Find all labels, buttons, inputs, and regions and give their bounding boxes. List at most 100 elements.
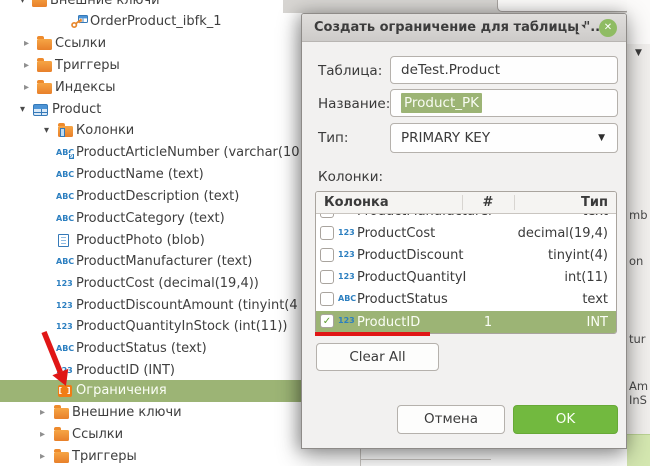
header-number[interactable]: # xyxy=(462,192,514,214)
name-field-label: Название: xyxy=(318,96,390,112)
close-button[interactable]: ✕ xyxy=(599,19,617,37)
chevron-right-icon[interactable]: ▸ xyxy=(40,424,52,445)
chevron-down-icon[interactable]: ▾ xyxy=(44,120,56,141)
database-navigator-tree: ▾ Внешние ключи OrderProduct_ib xyxy=(0,0,301,466)
tree-item-product-table[interactable]: ▾ Product xyxy=(0,99,301,120)
type-field-label: Тип: xyxy=(318,130,348,146)
number-type-icon: 123 xyxy=(338,250,356,259)
dropdown-arrow-icon: ▼ xyxy=(635,48,642,58)
checkbox[interactable] xyxy=(320,248,334,262)
folder-icon xyxy=(37,61,52,72)
tree-item-column[interactable]: ABC9 ProductArticleNumber (varchar(10 xyxy=(0,142,301,163)
clipped-text-fragment: mb xyxy=(629,208,648,222)
abc-key-type-icon: ABC9 xyxy=(56,148,74,157)
chevron-right-icon[interactable]: ▸ xyxy=(40,402,52,423)
tree-item-column[interactable]: 123 ProductDiscountAmount (tinyint(4 xyxy=(0,295,301,316)
table-row-productid-selected[interactable]: ✓ 123 ProductID 1 INT xyxy=(316,311,616,334)
selected-text: Product_PK xyxy=(401,93,482,113)
constraint-name-field[interactable]: Product_PK xyxy=(390,89,618,117)
folder-icon xyxy=(37,83,52,94)
table-row[interactable]: 123 ProductDiscount tinyint(4) xyxy=(316,245,616,267)
tree-item-indexes[interactable]: ▸ Индексы xyxy=(0,77,301,98)
abc-type-icon: ABC xyxy=(56,257,74,266)
checkbox[interactable] xyxy=(320,270,334,284)
background-field-edge xyxy=(497,0,631,12)
dialog-title: Создать ограничение для таблицы "... xyxy=(314,14,605,42)
constraint-type-dropdown[interactable]: PRIMARY KEY ▼ xyxy=(390,123,618,153)
chevron-down-icon[interactable]: ▾ xyxy=(20,0,32,11)
number-type-icon: 123 xyxy=(338,272,356,281)
table-row[interactable]: 123 ProductQuantityI int(11) xyxy=(316,267,616,289)
tree-item-triggers-top[interactable]: ▸ Триггеры xyxy=(0,55,301,76)
clipped-text-fragment: tur xyxy=(629,332,646,346)
annotation-arrow xyxy=(30,324,76,396)
checkbox[interactable] xyxy=(320,226,334,240)
background-field-edge xyxy=(627,0,650,44)
number-type-icon: 123 xyxy=(56,279,74,288)
tree-item-foreign-keys-top[interactable]: ▾ Внешние ключи xyxy=(0,0,301,11)
table-row-clipped[interactable]: ABC ProductManufacturer text xyxy=(316,214,616,223)
number-type-icon: 123 xyxy=(338,316,356,325)
columns-folder-icon xyxy=(58,126,73,137)
clipped-text-fragment: InS xyxy=(629,393,647,407)
screen: ▾ Внешние ключи OrderProduct_ib xyxy=(0,0,650,466)
grid-header: Колонка # Тип xyxy=(316,192,616,214)
tree-item-links[interactable]: ▸ Ссылки xyxy=(0,424,301,445)
chevron-right-icon[interactable]: ▸ xyxy=(40,446,52,466)
checkbox[interactable] xyxy=(320,214,334,218)
checkbox[interactable] xyxy=(320,292,334,306)
tree-item-column[interactable]: ProductPhoto (blob) xyxy=(0,230,301,251)
tree-item-column[interactable]: ABC ProductDescription (text) xyxy=(0,186,301,207)
checkbox-checked[interactable]: ✓ xyxy=(320,314,334,328)
table-row[interactable]: ABC ProductStatus text xyxy=(316,289,616,311)
clipped-text-fragment: on xyxy=(629,254,643,268)
columns-grid: Колонка # Тип ABC ProductManufacturer te… xyxy=(315,191,617,334)
blob-type-icon xyxy=(58,234,69,247)
chevron-right-icon[interactable]: ▸ xyxy=(24,77,36,98)
number-type-icon: 123 xyxy=(338,228,356,237)
folder-icon xyxy=(54,452,69,463)
tree-item-column[interactable]: ABC ProductName (text) xyxy=(0,164,301,185)
tree-item-column[interactable]: 123 ProductCost (decimal(19,4)) xyxy=(0,273,301,294)
abc-type-icon: ABC xyxy=(338,214,356,215)
tree-item-column[interactable]: ABC ProductManufacturer (text) xyxy=(0,251,301,272)
annotation-underline xyxy=(315,332,430,336)
dropdown-arrow-icon: ▼ xyxy=(598,124,605,152)
chevron-right-icon[interactable]: ▸ xyxy=(24,33,36,54)
tree-item-orderproduct-ibfk[interactable]: OrderProduct_ibfk_1 xyxy=(0,11,301,32)
cancel-button[interactable]: Отмена xyxy=(397,405,505,434)
abc-type-icon: ABC xyxy=(338,294,356,303)
folder-icon xyxy=(54,408,69,419)
clear-all-button[interactable]: Clear All xyxy=(316,343,439,371)
abc-type-icon: ABC xyxy=(56,192,74,201)
table-field[interactable]: deTest.Product xyxy=(390,56,618,84)
key-order-number: 1 xyxy=(462,311,514,334)
folder-icon xyxy=(32,0,47,7)
tree-item-columns-folder[interactable]: ▾ Колонки xyxy=(0,120,301,141)
dialog-titlebar[interactable]: Создать ограничение для таблицы "... ✕ xyxy=(302,14,626,42)
tree-item-links-top[interactable]: ▸ Ссылки xyxy=(0,33,301,54)
tree-item-column[interactable]: ABC ProductCategory (text) xyxy=(0,208,301,229)
chevron-right-icon[interactable]: ▸ xyxy=(24,55,36,76)
ok-button[interactable]: OK xyxy=(513,405,618,434)
create-constraint-dialog: Создать ограничение для таблицы "... ✕ Т… xyxy=(301,13,627,449)
background-panel-top xyxy=(283,0,650,13)
table-field-label: Таблица: xyxy=(318,63,382,79)
number-type-icon: 123 xyxy=(56,301,74,310)
clipped-text-fragment: Am xyxy=(629,379,648,393)
abc-type-icon: ABC xyxy=(56,170,74,179)
restore-window-icon[interactable] xyxy=(575,23,586,34)
header-type[interactable]: Тип xyxy=(581,192,608,214)
tree-item-triggers[interactable]: ▸ Триггеры xyxy=(0,446,301,466)
folder-icon xyxy=(37,39,52,50)
dropdown-value: PRIMARY KEY xyxy=(401,130,490,146)
header-column[interactable]: Колонка xyxy=(324,192,389,214)
chevron-down-icon[interactable]: ▾ xyxy=(20,99,32,120)
table-icon xyxy=(33,104,48,116)
abc-type-icon: ABC xyxy=(56,214,74,223)
folder-icon xyxy=(54,430,69,441)
tree-item-foreign-keys[interactable]: ▸ Внешние ключи xyxy=(0,402,301,423)
columns-section-label: Колонки: xyxy=(318,169,383,185)
background-panel-right: ▼ mb on tur Am InS xyxy=(627,0,650,466)
table-row[interactable]: 123 ProductCost decimal(19,4) xyxy=(316,223,616,245)
